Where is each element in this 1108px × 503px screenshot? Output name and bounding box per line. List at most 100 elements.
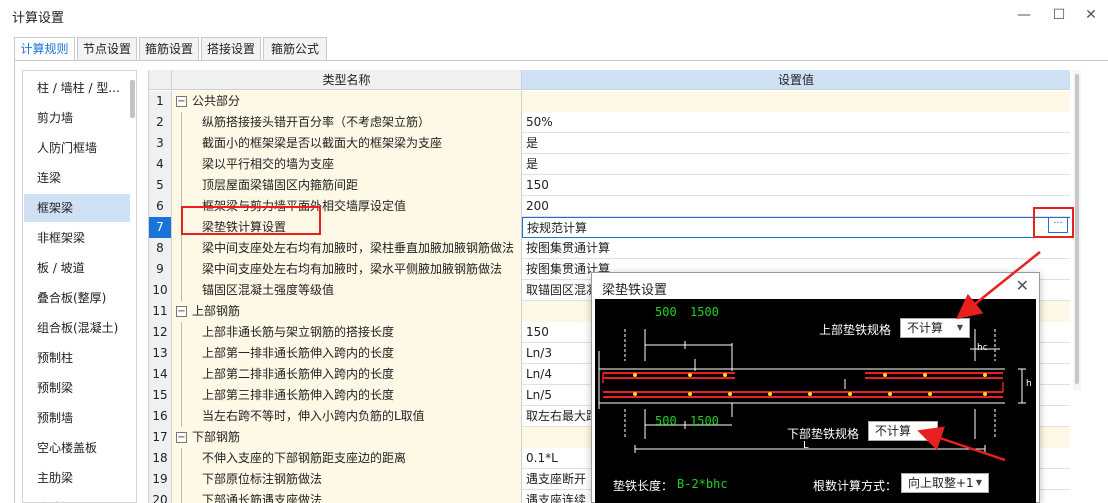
row-value[interactable]: 是 <box>522 133 1070 154</box>
sidebar-item-main-rib-beam[interactable]: 主肋梁 <box>24 464 130 492</box>
row-name-cell: 下部通长筋遇支座做法 <box>172 490 522 503</box>
close-icon[interactable]: ✕ <box>1079 4 1103 26</box>
row-number: 8 <box>149 238 172 259</box>
highlight-box-more-button <box>1033 207 1074 238</box>
row-number: 2 <box>149 112 172 133</box>
row-number: 14 <box>149 364 172 385</box>
row-value-editor[interactable]: 按规范计算 <box>522 217 1070 238</box>
sidebar-item-precast-wall[interactable]: 预制墙 <box>24 404 130 432</box>
row-value <box>522 91 1070 112</box>
row-value[interactable]: 150 <box>522 175 1070 196</box>
tab-stirrup-formula[interactable]: 箍筋公式 <box>263 37 327 61</box>
row-number: 5 <box>149 175 172 196</box>
row-name-cell: 当左右跨不等时，伸入小跨内负筋的L取值 <box>172 406 522 427</box>
tab-node-settings[interactable]: 节点设置 <box>77 37 137 61</box>
header-type-name: 类型名称 <box>172 70 522 90</box>
table-row[interactable]: 8 梁中间支座处左右均有加腋时，梁柱垂直加腋加腋钢筋做法 按图集贯通计算 <box>149 238 1070 259</box>
dialog-title: 梁垫铁设置 <box>602 283 668 298</box>
row-name-cell: − 上部钢筋 <box>172 301 522 322</box>
dim-1500-bottom: 1500 <box>690 414 719 428</box>
row-name-cell: 上部非通长筋与架立钢筋的搭接长度 <box>172 322 522 343</box>
row-number: 19 <box>149 469 172 490</box>
row-label: 当左右跨不等时，伸入小跨内负筋的L取值 <box>202 409 425 423</box>
count-method-label: 根数计算方式： <box>813 479 898 493</box>
row-label: 下部通长筋遇支座做法 <box>202 493 323 503</box>
tab-lap-settings[interactable]: 搭接设置 <box>201 37 261 61</box>
bottom-pad-iron-select[interactable]: 不计算 <box>868 421 938 441</box>
sidebar-item-civil-defense-frame[interactable]: 人防门框墙 <box>24 134 130 162</box>
table-row[interactable]: 3 截面小的框架梁是否以截面大的框架梁为支座 是 <box>149 133 1070 154</box>
row-label: 截面小的框架梁是否以截面大的框架梁为支座 <box>202 136 443 150</box>
row-number: 12 <box>149 322 172 343</box>
row-number: 13 <box>149 343 172 364</box>
sidebar-item-composite-slab[interactable]: 叠合板(整厚) <box>24 284 130 312</box>
row-name-cell: − 公共部分 <box>172 91 522 112</box>
tab-stirrup-settings[interactable]: 箍筋设置 <box>139 37 199 61</box>
row-label: 梁中间支座处左右均有加腋时，梁柱垂直加腋加腋钢筋做法 <box>202 241 515 255</box>
grid-scrollbar-thumb[interactable] <box>1075 74 1079 384</box>
row-number: 7 <box>149 217 172 238</box>
minimize-icon[interactable]: — <box>1012 4 1036 26</box>
row-number: 4 <box>149 154 172 175</box>
sidebar-scrollbar[interactable] <box>130 80 135 118</box>
group-label: 上部钢筋 <box>192 304 241 318</box>
sidebar-item-hollow-slab[interactable]: 空心楼盖板 <box>24 434 130 462</box>
dim-hc: hc <box>977 343 988 353</box>
row-label: 顶层屋面梁锚固区内箍筋间距 <box>202 178 359 192</box>
row-value[interactable]: 50% <box>522 112 1070 133</box>
row-name-cell: 梁中间支座处左右均有加腋时，梁水平侧腋加腋钢筋做法 <box>172 259 522 280</box>
row-number: 17 <box>149 427 172 448</box>
row-label: 不伸入支座的下部钢筋距支座边的距离 <box>202 451 407 465</box>
row-name-cell: 纵筋搭接接头错开百分率（不考虑架立筋） <box>172 112 522 133</box>
top-pad-iron-label: 上部垫铁规格 <box>819 323 892 337</box>
header-row-number <box>149 70 172 90</box>
row-name-cell: 梁中间支座处左右均有加腋时，梁柱垂直加腋加腋钢筋做法 <box>172 238 522 259</box>
group-label: 下部钢筋 <box>192 430 241 444</box>
dialog-close-icon[interactable]: ✕ <box>1016 276 1029 295</box>
dim-h: h <box>1026 379 1032 389</box>
collapse-icon[interactable]: − <box>176 96 187 107</box>
beam-diagram: 500 1500 500 1500 hc h L 上部垫铁规格 不计算 ▼ 下部垫… <box>595 299 1036 503</box>
sidebar-item-sub-rib-beam[interactable]: 次肋梁 <box>24 494 130 502</box>
sidebar-item-frame-beam[interactable]: 框架梁 <box>24 194 130 222</box>
row-label: 上部第三排非通长筋伸入跨内的长度 <box>202 388 395 402</box>
row-number: 11 <box>149 301 172 322</box>
tab-calc-rules[interactable]: 计算规则 <box>14 37 75 62</box>
pad-iron-length-formula: B-2*bhc <box>677 477 728 491</box>
table-row[interactable]: 4 梁以平行相交的墙为支座 是 <box>149 154 1070 175</box>
row-number: 1 <box>149 91 172 112</box>
collapse-icon[interactable]: − <box>176 306 187 317</box>
top-pad-iron-select[interactable]: 不计算 ▼ <box>900 318 970 338</box>
table-row[interactable]: 2 纵筋搭接接头错开百分率（不考虑架立筋） 50% <box>149 112 1070 133</box>
row-number: 16 <box>149 406 172 427</box>
table-row[interactable]: 5 顶层屋面梁锚固区内箍筋间距 150 <box>149 175 1070 196</box>
sidebar-item-precast-beam[interactable]: 预制梁 <box>24 374 130 402</box>
sidebar-item-slab[interactable]: 板 / 坡道 <box>24 254 130 282</box>
chevron-down-icon: ▼ <box>956 323 963 332</box>
row-number: 9 <box>149 259 172 280</box>
sidebar-item-column[interactable]: 柱 / 墙柱 / 型... <box>24 74 130 102</box>
row-label: 上部第一排非通长筋伸入跨内的长度 <box>202 346 395 360</box>
row-number: 10 <box>149 280 172 301</box>
row-name-cell: 不伸入支座的下部钢筋距支座边的距离 <box>172 448 522 469</box>
row-name-cell: − 下部钢筋 <box>172 427 522 448</box>
table-row[interactable]: 1 − 公共部分 <box>149 91 1070 112</box>
row-name-cell: 锚固区混凝土强度等级值 <box>172 280 522 301</box>
beam-pad-iron-dialog: 梁垫铁设置 ✕ 500 1500 500 1500 hc h L 上部垫铁规格 … <box>591 272 1040 503</box>
highlight-box-row7-name <box>181 206 321 235</box>
maximize-icon[interactable]: ☐ <box>1047 4 1071 26</box>
pad-iron-length-label: 垫铁长度： <box>613 479 674 493</box>
sidebar-item-coupling-beam[interactable]: 连梁 <box>24 164 130 192</box>
sidebar-item-shear-wall[interactable]: 剪力墙 <box>24 104 130 132</box>
sidebar-item-precast-column[interactable]: 预制柱 <box>24 344 130 372</box>
row-name-cell: 下部原位标注钢筋做法 <box>172 469 522 490</box>
sidebar-item-non-frame-beam[interactable]: 非框架梁 <box>24 224 130 252</box>
row-value[interactable]: 按图集贯通计算 <box>522 238 1070 259</box>
row-value[interactable]: 是 <box>522 154 1070 175</box>
group-label: 公共部分 <box>192 94 241 108</box>
sidebar-item-combined-slab[interactable]: 组合板(混凝土) <box>24 314 130 342</box>
row-name-cell: 梁以平行相交的墙为支座 <box>172 154 522 175</box>
count-method-select[interactable]: 向上取整+1 ▼ <box>901 473 989 493</box>
collapse-icon[interactable]: − <box>176 432 187 443</box>
row-value[interactable]: 200 <box>522 196 1070 217</box>
